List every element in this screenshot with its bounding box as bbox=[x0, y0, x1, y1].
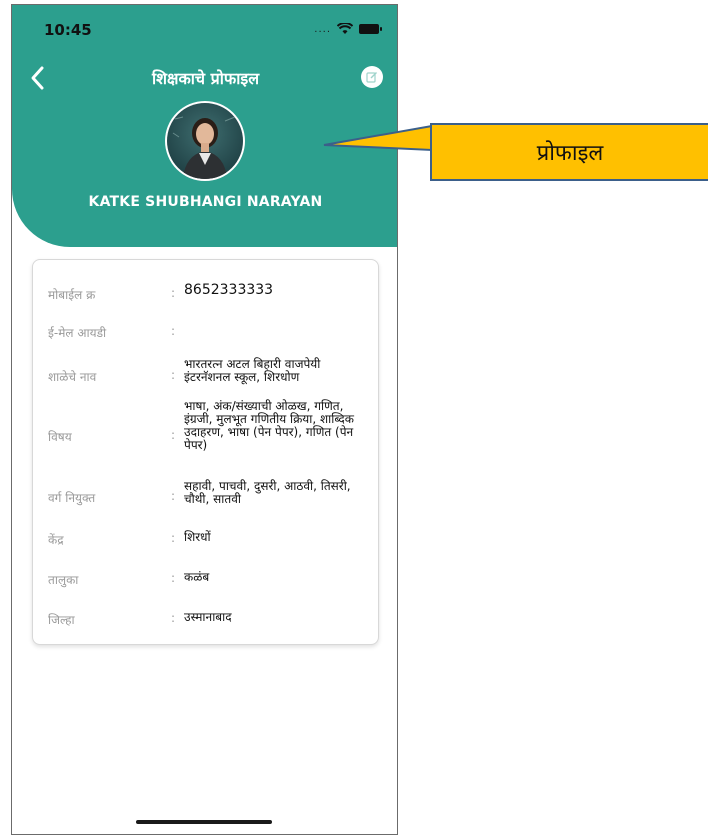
field-label: केंद्र bbox=[48, 533, 64, 547]
signal-dots: .... bbox=[314, 23, 331, 35]
edit-icon[interactable] bbox=[361, 66, 383, 88]
field-colon: : bbox=[171, 428, 176, 442]
field-value: 8652333333 bbox=[184, 282, 274, 298]
field-value: उस्मानाबाद bbox=[184, 610, 232, 624]
avatar bbox=[165, 101, 245, 181]
status-time: 10:45 bbox=[44, 21, 92, 39]
avatar-photo bbox=[167, 103, 243, 179]
wifi-icon bbox=[337, 23, 353, 34]
field-value: कळंब bbox=[184, 570, 210, 584]
field-label: शाळेचे नाव bbox=[48, 370, 97, 384]
field-colon: : bbox=[171, 489, 176, 503]
status-icons: .... bbox=[314, 23, 382, 35]
field-colon: : bbox=[171, 368, 176, 382]
field-colon: : bbox=[171, 286, 176, 300]
battery-icon bbox=[359, 24, 382, 34]
field-value: भारतरत्न अटल बिहारी वाजपेयी इंटरनॅशनल स्… bbox=[184, 357, 321, 384]
callout-pointer bbox=[323, 124, 433, 152]
page-title: शिक्षकाचे प्रोफाइल bbox=[151, 69, 260, 88]
field-label: मोबाईल क्र bbox=[48, 288, 96, 302]
field-colon: : bbox=[171, 324, 176, 338]
field-value: भाषा, अंक/संख्याची ओळख, गणित, इंग्रजी, म… bbox=[184, 399, 354, 452]
field-label: ई-मेल आयडी bbox=[48, 326, 107, 340]
field-colon: : bbox=[171, 531, 176, 545]
field-value: शिरधों bbox=[184, 530, 211, 544]
callout-box: प्रोफाइल bbox=[430, 123, 708, 181]
field-label: वर्ग नियुक्त bbox=[48, 491, 96, 505]
teacher-name: KATKE SHUBHANGI NARAYAN bbox=[88, 194, 323, 210]
profile-details-card: मोबाईल क्र : 8652333333 ई-मेल आयडी : शाळ… bbox=[32, 259, 379, 645]
home-indicator bbox=[136, 820, 272, 824]
field-value: सहावी, पाचवी, दुसरी, आठवी, तिसरी, चौथी, … bbox=[184, 479, 351, 506]
pencil-icon bbox=[366, 72, 377, 83]
field-label: तालुका bbox=[48, 573, 79, 587]
field-label: विषय bbox=[48, 430, 72, 444]
field-label: जिल्हा bbox=[48, 613, 75, 627]
field-colon: : bbox=[171, 571, 176, 585]
field-colon: : bbox=[171, 611, 176, 625]
